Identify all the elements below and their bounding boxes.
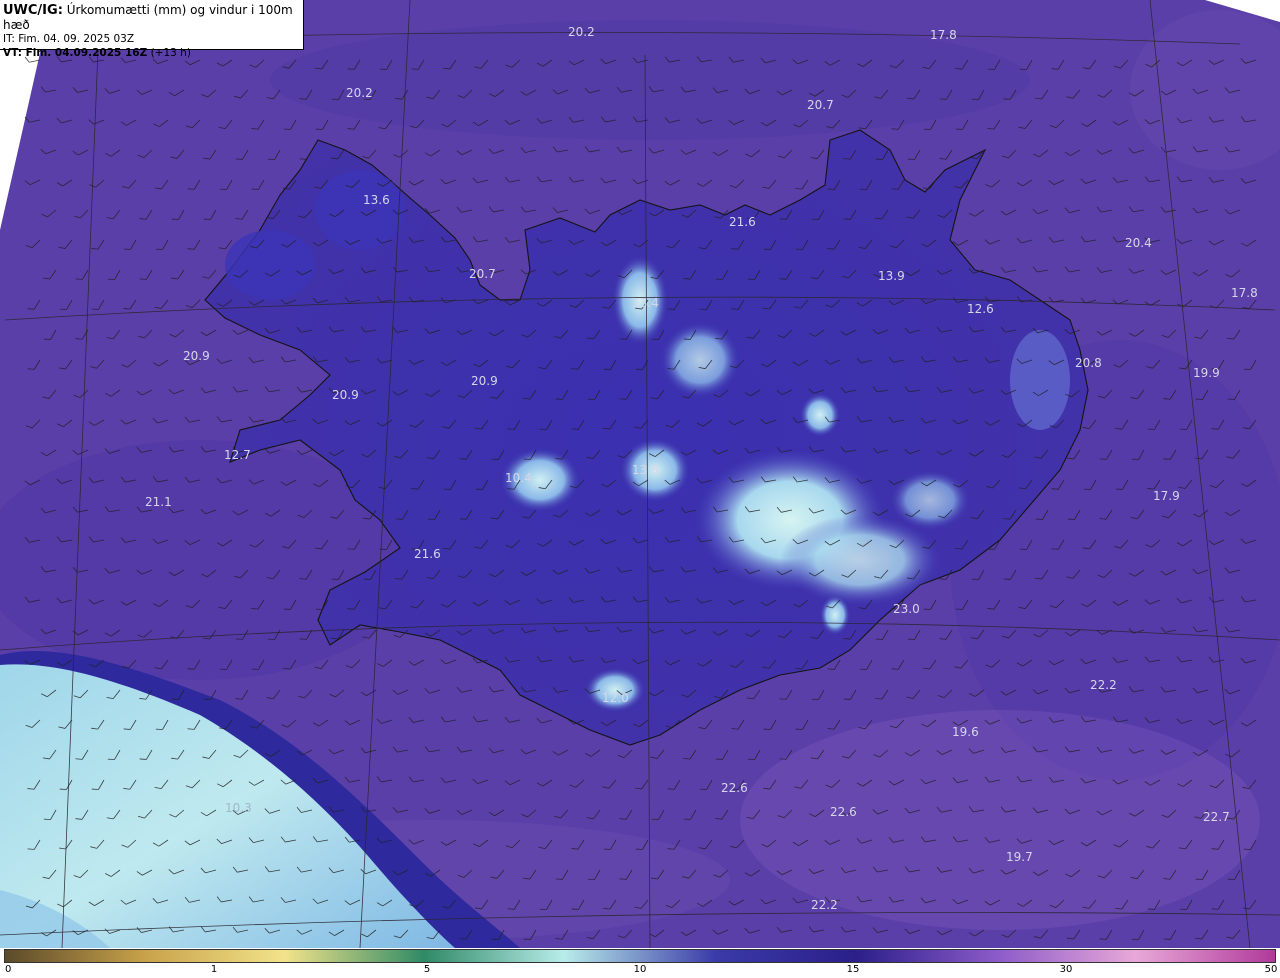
point-value: 20.2 <box>568 25 595 39</box>
point-value: 19.9 <box>1193 366 1220 380</box>
point-value: 13.6 <box>363 193 390 207</box>
colorbar-tick: 1 <box>210 964 218 975</box>
point-value: 13.4 <box>632 296 659 310</box>
precipitable-water-map: 20.2 17.8 20.2 20.7 13.6 21.6 20.4 20.7 … <box>0 0 1280 948</box>
colorbar-tick: 15 <box>846 964 860 975</box>
lead-time: (+13 h) <box>150 47 191 59</box>
point-value: 20.9 <box>183 349 210 363</box>
colorbar-tick: 30 <box>1059 964 1073 975</box>
point-value: 17.9 <box>1153 489 1180 503</box>
colorbar: 0 1 5 10 15 30 50 <box>0 948 1280 978</box>
valid-time-line: VT: Fim. 04.09.2025 16Z (+13 h) <box>3 46 300 60</box>
colorbar-tick: 50 <box>1264 964 1278 975</box>
point-value: 22.6 <box>830 805 857 819</box>
colorbar-tick: 5 <box>423 964 431 975</box>
point-value: 20.2 <box>346 86 373 100</box>
point-value: 20.9 <box>471 374 498 388</box>
point-value: 22.2 <box>1090 678 1117 692</box>
colorbar-gradient <box>4 949 1276 963</box>
point-value: 20.7 <box>469 267 496 281</box>
point-value: 23.0 <box>893 602 920 616</box>
point-value: 17.8 <box>930 28 957 42</box>
point-value: 21.1 <box>145 495 172 509</box>
point-value: 21.6 <box>729 215 756 229</box>
point-value: 20.9 <box>332 388 359 402</box>
issue-time: IT: Fim. 04. 09. 2025 03Z <box>3 33 135 45</box>
map-canvas: 20.2 17.8 20.2 20.7 13.6 21.6 20.4 20.7 … <box>0 0 1280 948</box>
point-value: 22.2 <box>811 898 838 912</box>
point-value: 19.7 <box>1006 850 1033 864</box>
point-value: 20.7 <box>807 98 834 112</box>
point-value: 17.8 <box>1231 286 1258 300</box>
point-value: 12.6 <box>967 302 994 316</box>
point-value: 13.9 <box>878 269 905 283</box>
point-value: 19.6 <box>952 725 979 739</box>
point-value: 22.7 <box>1203 810 1230 824</box>
point-value: 21.6 <box>414 547 441 561</box>
point-value: 12.0 <box>602 691 629 705</box>
point-value: 13.8 <box>632 463 659 477</box>
point-value: 10.4 <box>505 471 532 485</box>
point-value: 10.3 <box>225 801 252 815</box>
point-value: 20.4 <box>1125 236 1152 250</box>
header-title-line: UWC/IG: Úrkomumætti (mm) og vindur i 100… <box>3 3 300 32</box>
product-name: UWC/IG: <box>3 3 63 18</box>
point-value: 20.8 <box>1075 356 1102 370</box>
point-value: 22.6 <box>721 781 748 795</box>
map-header: UWC/IG: Úrkomumætti (mm) og vindur i 100… <box>0 0 304 59</box>
point-value: 12.7 <box>224 448 251 462</box>
valid-time: VT: Fim. 04.09.2025 16Z <box>3 47 148 59</box>
colorbar-tick: 10 <box>633 964 647 975</box>
colorbar-tick: 0 <box>5 964 12 975</box>
